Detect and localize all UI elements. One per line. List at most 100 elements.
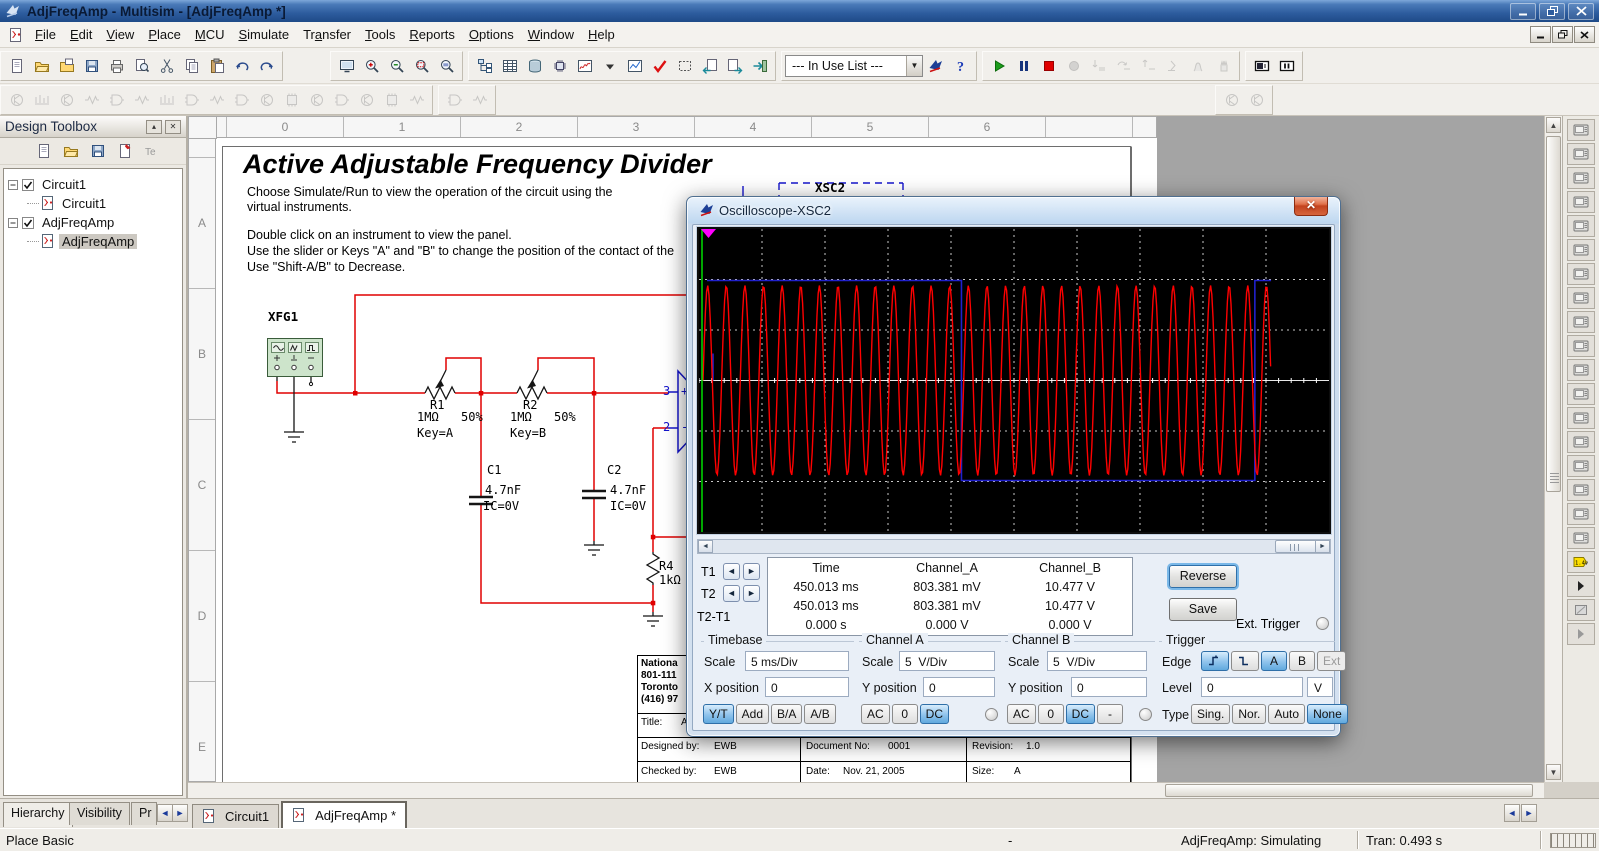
trigger-type-sing-button[interactable]: Sing. xyxy=(1191,704,1230,724)
open-icon[interactable] xyxy=(29,53,54,78)
forward-annotate-icon[interactable] xyxy=(722,53,747,78)
misc-icon[interactable] xyxy=(279,87,304,112)
dtb-save-icon[interactable] xyxy=(88,141,108,161)
mdi-restore-button[interactable] xyxy=(1552,26,1573,43)
probe-next-arrow-icon[interactable] xyxy=(1567,575,1595,597)
grapher-icon[interactable] xyxy=(572,53,597,78)
dropdown-arrow-icon[interactable]: ▼ xyxy=(906,56,922,76)
indicator-icon[interactable] xyxy=(229,87,254,112)
timebase-ab-button[interactable]: A/B xyxy=(804,704,835,724)
agilent-function-generator-icon[interactable] xyxy=(1567,455,1595,477)
tree-item-circuit1-1[interactable]: Circuit1 xyxy=(6,194,180,213)
channel-a-0-button[interactable]: 0 xyxy=(892,704,918,724)
menu-transfer[interactable]: Transfer xyxy=(296,23,358,46)
menu-edit[interactable]: Edit xyxy=(63,23,99,46)
connector-icon[interactable] xyxy=(379,87,404,112)
frequency-counter-icon[interactable] xyxy=(1567,263,1595,285)
description-edit-icon[interactable] xyxy=(1244,87,1269,112)
dtb-open-icon[interactable] xyxy=(61,141,81,161)
dtb-close-icon[interactable] xyxy=(115,141,135,161)
channel-a-ac-button[interactable]: AC xyxy=(861,704,890,724)
word-generator-icon[interactable] xyxy=(1567,287,1595,309)
timebase-scale-field[interactable]: 5 ms/Div xyxy=(745,651,849,671)
timebase-yt-button[interactable]: Y/T xyxy=(703,704,734,724)
mdi-minimize-button[interactable] xyxy=(1530,26,1551,43)
print-preview-icon[interactable] xyxy=(129,53,154,78)
record-icon[interactable] xyxy=(1061,53,1086,78)
tab-hierarchy[interactable]: Hierarchy xyxy=(3,802,73,827)
tree-item-adjfreqamp-3[interactable]: AdjFreqAmp xyxy=(6,232,180,251)
pause-at-net-icon[interactable] xyxy=(1186,53,1211,78)
cursor-t1-right-button[interactable]: ► xyxy=(743,563,760,580)
tektronix-oscilloscope-icon[interactable] xyxy=(1567,527,1595,549)
channel-a-scale-field[interactable]: 5 V/Div xyxy=(899,651,995,671)
stop-icon[interactable] xyxy=(1036,53,1061,78)
cursor-t2-right-button[interactable]: ► xyxy=(743,585,760,602)
scroll-down-icon[interactable]: ▼ xyxy=(1546,764,1561,780)
minimize-button[interactable] xyxy=(1510,3,1536,20)
four-channel-oscilloscope-icon[interactable] xyxy=(1567,215,1595,237)
export-to-layout-icon[interactable] xyxy=(747,53,772,78)
analog-icon[interactable] xyxy=(104,87,129,112)
scope-scroll-right-icon[interactable]: ► xyxy=(1315,540,1330,553)
scope-scroll-left-icon[interactable]: ◄ xyxy=(698,540,713,553)
sheet-tab-scroll-right-icon[interactable]: ► xyxy=(1521,804,1537,822)
oscilloscope-icon[interactable] xyxy=(1567,191,1595,213)
trigger-edge-b-button[interactable]: B xyxy=(1289,651,1315,671)
power-icon[interactable] xyxy=(254,87,279,112)
vertical-scrollbar[interactable]: ▲ ▼ xyxy=(1544,116,1562,782)
misc-digital-icon[interactable] xyxy=(179,87,204,112)
menu-reports[interactable]: Reports xyxy=(402,23,462,46)
bode-plotter-icon[interactable] xyxy=(1567,239,1595,261)
pause-switch-icon[interactable] xyxy=(1274,53,1299,78)
run-to-cursor-icon[interactable] xyxy=(1161,53,1186,78)
channel-b-radio[interactable] xyxy=(1139,708,1152,721)
trigger-type-auto-button[interactable]: Auto xyxy=(1268,704,1305,724)
zoom-in-icon[interactable] xyxy=(359,53,384,78)
menu-file[interactable]: File xyxy=(28,23,63,46)
dtb-te-icon[interactable]: Te xyxy=(142,141,162,161)
panel-close-icon[interactable]: ✕ xyxy=(165,120,181,134)
bus-icon[interactable] xyxy=(467,87,492,112)
paste-icon[interactable] xyxy=(204,53,229,78)
database-icon[interactable] xyxy=(522,53,547,78)
trigger-edge-a-button[interactable]: A xyxy=(1261,651,1287,671)
ext-trigger-radio[interactable] xyxy=(1316,617,1329,630)
cut-icon[interactable] xyxy=(154,53,179,78)
network-analyzer-icon[interactable] xyxy=(1567,431,1595,453)
menu-mcu[interactable]: MCU xyxy=(188,23,232,46)
trigger-edge-edgefall-button[interactable] xyxy=(1231,651,1259,671)
reverse-button[interactable]: Reverse xyxy=(1169,565,1237,588)
menu-simulate[interactable]: Simulate xyxy=(231,23,296,46)
close-button[interactable] xyxy=(1568,3,1594,20)
transistor-icon[interactable] xyxy=(79,87,104,112)
new-icon[interactable] xyxy=(4,53,29,78)
pause-icon[interactable] xyxy=(1011,53,1036,78)
tree-collapse-icon[interactable] xyxy=(8,218,18,228)
menu-help[interactable]: Help xyxy=(581,23,622,46)
dt-tab-scroll-right-icon[interactable]: ► xyxy=(172,804,188,822)
iv-analyzer-icon[interactable] xyxy=(1567,359,1595,381)
channel-a-yposition-field[interactable]: 0 xyxy=(923,677,995,697)
help-icon[interactable]: ? xyxy=(948,53,973,78)
advanced-peripherals-icon[interactable] xyxy=(304,87,329,112)
channel-b-yposition-field[interactable]: 0 xyxy=(1071,677,1147,697)
menu-options[interactable]: Options xyxy=(462,23,521,46)
tree-collapse-icon[interactable] xyxy=(8,180,18,190)
wattmeter-icon[interactable] xyxy=(1567,167,1595,189)
channel-a-dc-button[interactable]: DC xyxy=(920,704,949,724)
oscilloscope-window[interactable]: Oscilloscope-XSC2 ✕ ◄ ► T1◄►T2◄►T2-T1 Ti… xyxy=(686,196,1341,737)
function-generator-icon[interactable] xyxy=(1567,143,1595,165)
run-stop-switch-icon[interactable] xyxy=(1249,53,1274,78)
channel-b-0-button[interactable]: 0 xyxy=(1038,704,1064,724)
spectrum-analyzer-icon[interactable] xyxy=(1567,407,1595,429)
checkbox-icon[interactable] xyxy=(21,216,35,230)
step-over-icon[interactable] xyxy=(1111,53,1136,78)
sheet-tab-circuit1[interactable]: Circuit1 xyxy=(192,804,279,828)
ttl-icon[interactable] xyxy=(129,87,154,112)
ladder-rungs-icon[interactable] xyxy=(1219,87,1244,112)
step-into-icon[interactable] xyxy=(1086,53,1111,78)
cursor-t1-left-button[interactable]: ◄ xyxy=(723,563,740,580)
trigger-level-unit[interactable]: V xyxy=(1307,677,1333,697)
zoom-area-icon[interactable] xyxy=(409,53,434,78)
